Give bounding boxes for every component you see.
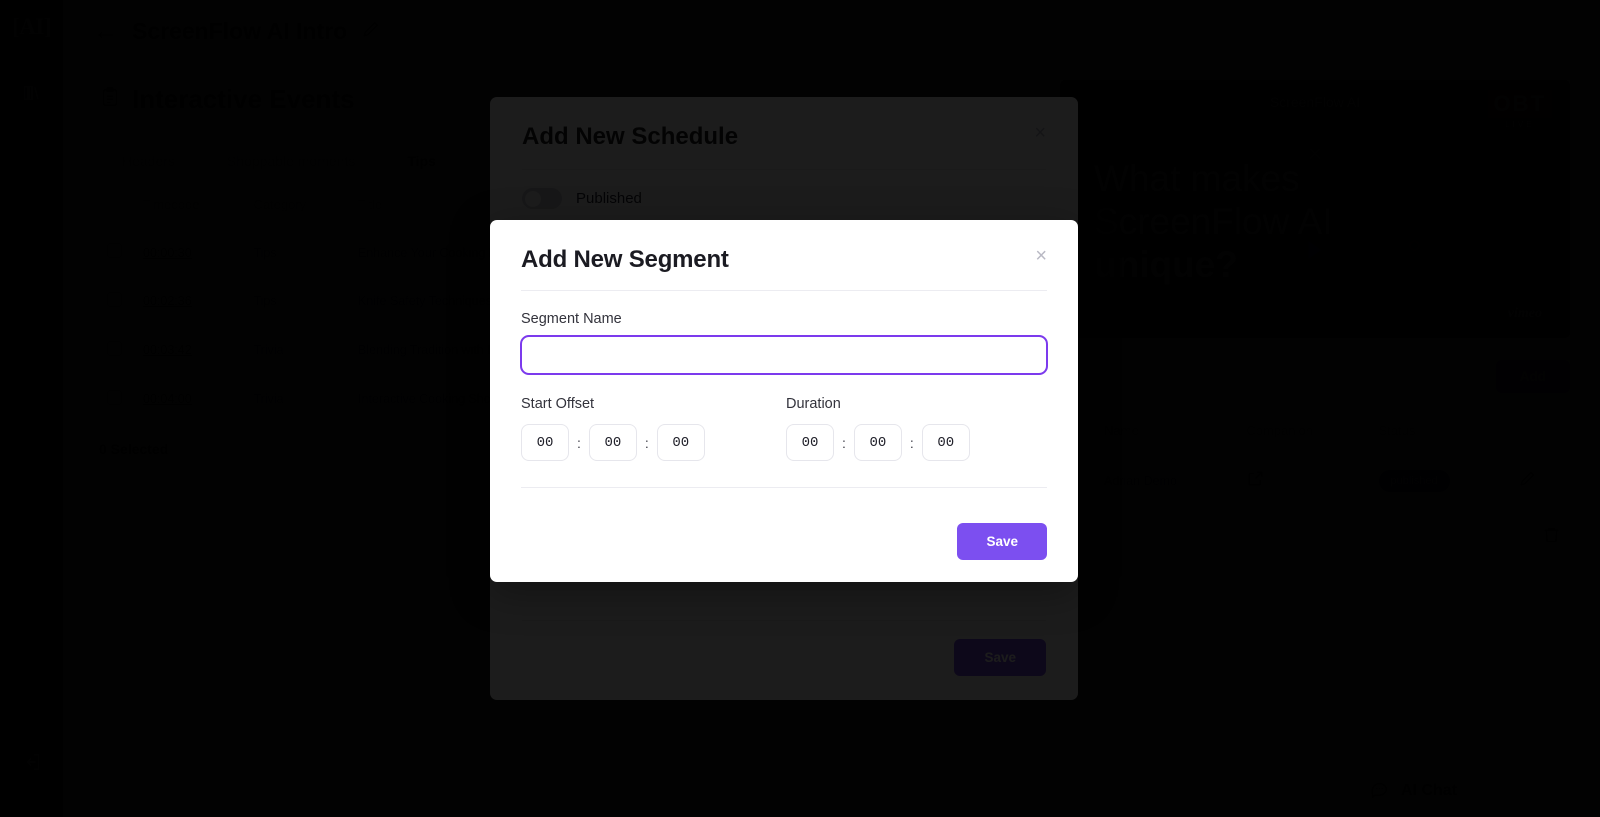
segment-dialog-footer: Save: [521, 523, 1047, 560]
duration-group: Duration : :: [784, 396, 1047, 461]
duration-seconds-input[interactable]: [921, 424, 970, 461]
start-offset-label: Start Offset: [521, 396, 595, 412]
time-separator: :: [577, 434, 581, 451]
segment-name-field: Segment Name: [520, 311, 1048, 375]
start-offset-minutes-input[interactable]: [588, 424, 637, 461]
time-separator: :: [842, 434, 846, 451]
add-new-segment-dialog: Add New Segment × Segment Name Start Off…: [490, 220, 1078, 582]
duration-inputs: : :: [786, 424, 1047, 461]
segment-spacer: [521, 488, 1047, 523]
duration-label: Duration: [786, 396, 841, 412]
duration-hours-input[interactable]: [786, 424, 834, 461]
segment-dialog-title: Add New Segment: [521, 246, 729, 273]
segment-name-input[interactable]: [520, 335, 1048, 375]
close-icon[interactable]: ×: [1035, 246, 1047, 266]
duration-minutes-input[interactable]: [853, 424, 902, 461]
time-separator: :: [644, 434, 649, 451]
start-offset-inputs: : :: [521, 424, 784, 461]
start-offset-seconds-input[interactable]: [656, 424, 705, 461]
start-offset-group: Start Offset : :: [521, 396, 784, 461]
save-segment-button[interactable]: Save: [957, 523, 1047, 560]
start-offset-hours-input[interactable]: [521, 424, 569, 461]
segment-dialog-header: Add New Segment ×: [521, 246, 1047, 274]
segment-header-divider: [521, 290, 1047, 291]
time-separator: :: [909, 434, 914, 451]
segment-name-label: Segment Name: [521, 311, 622, 327]
time-fields-row: Start Offset : : Duration : :: [521, 396, 1047, 461]
